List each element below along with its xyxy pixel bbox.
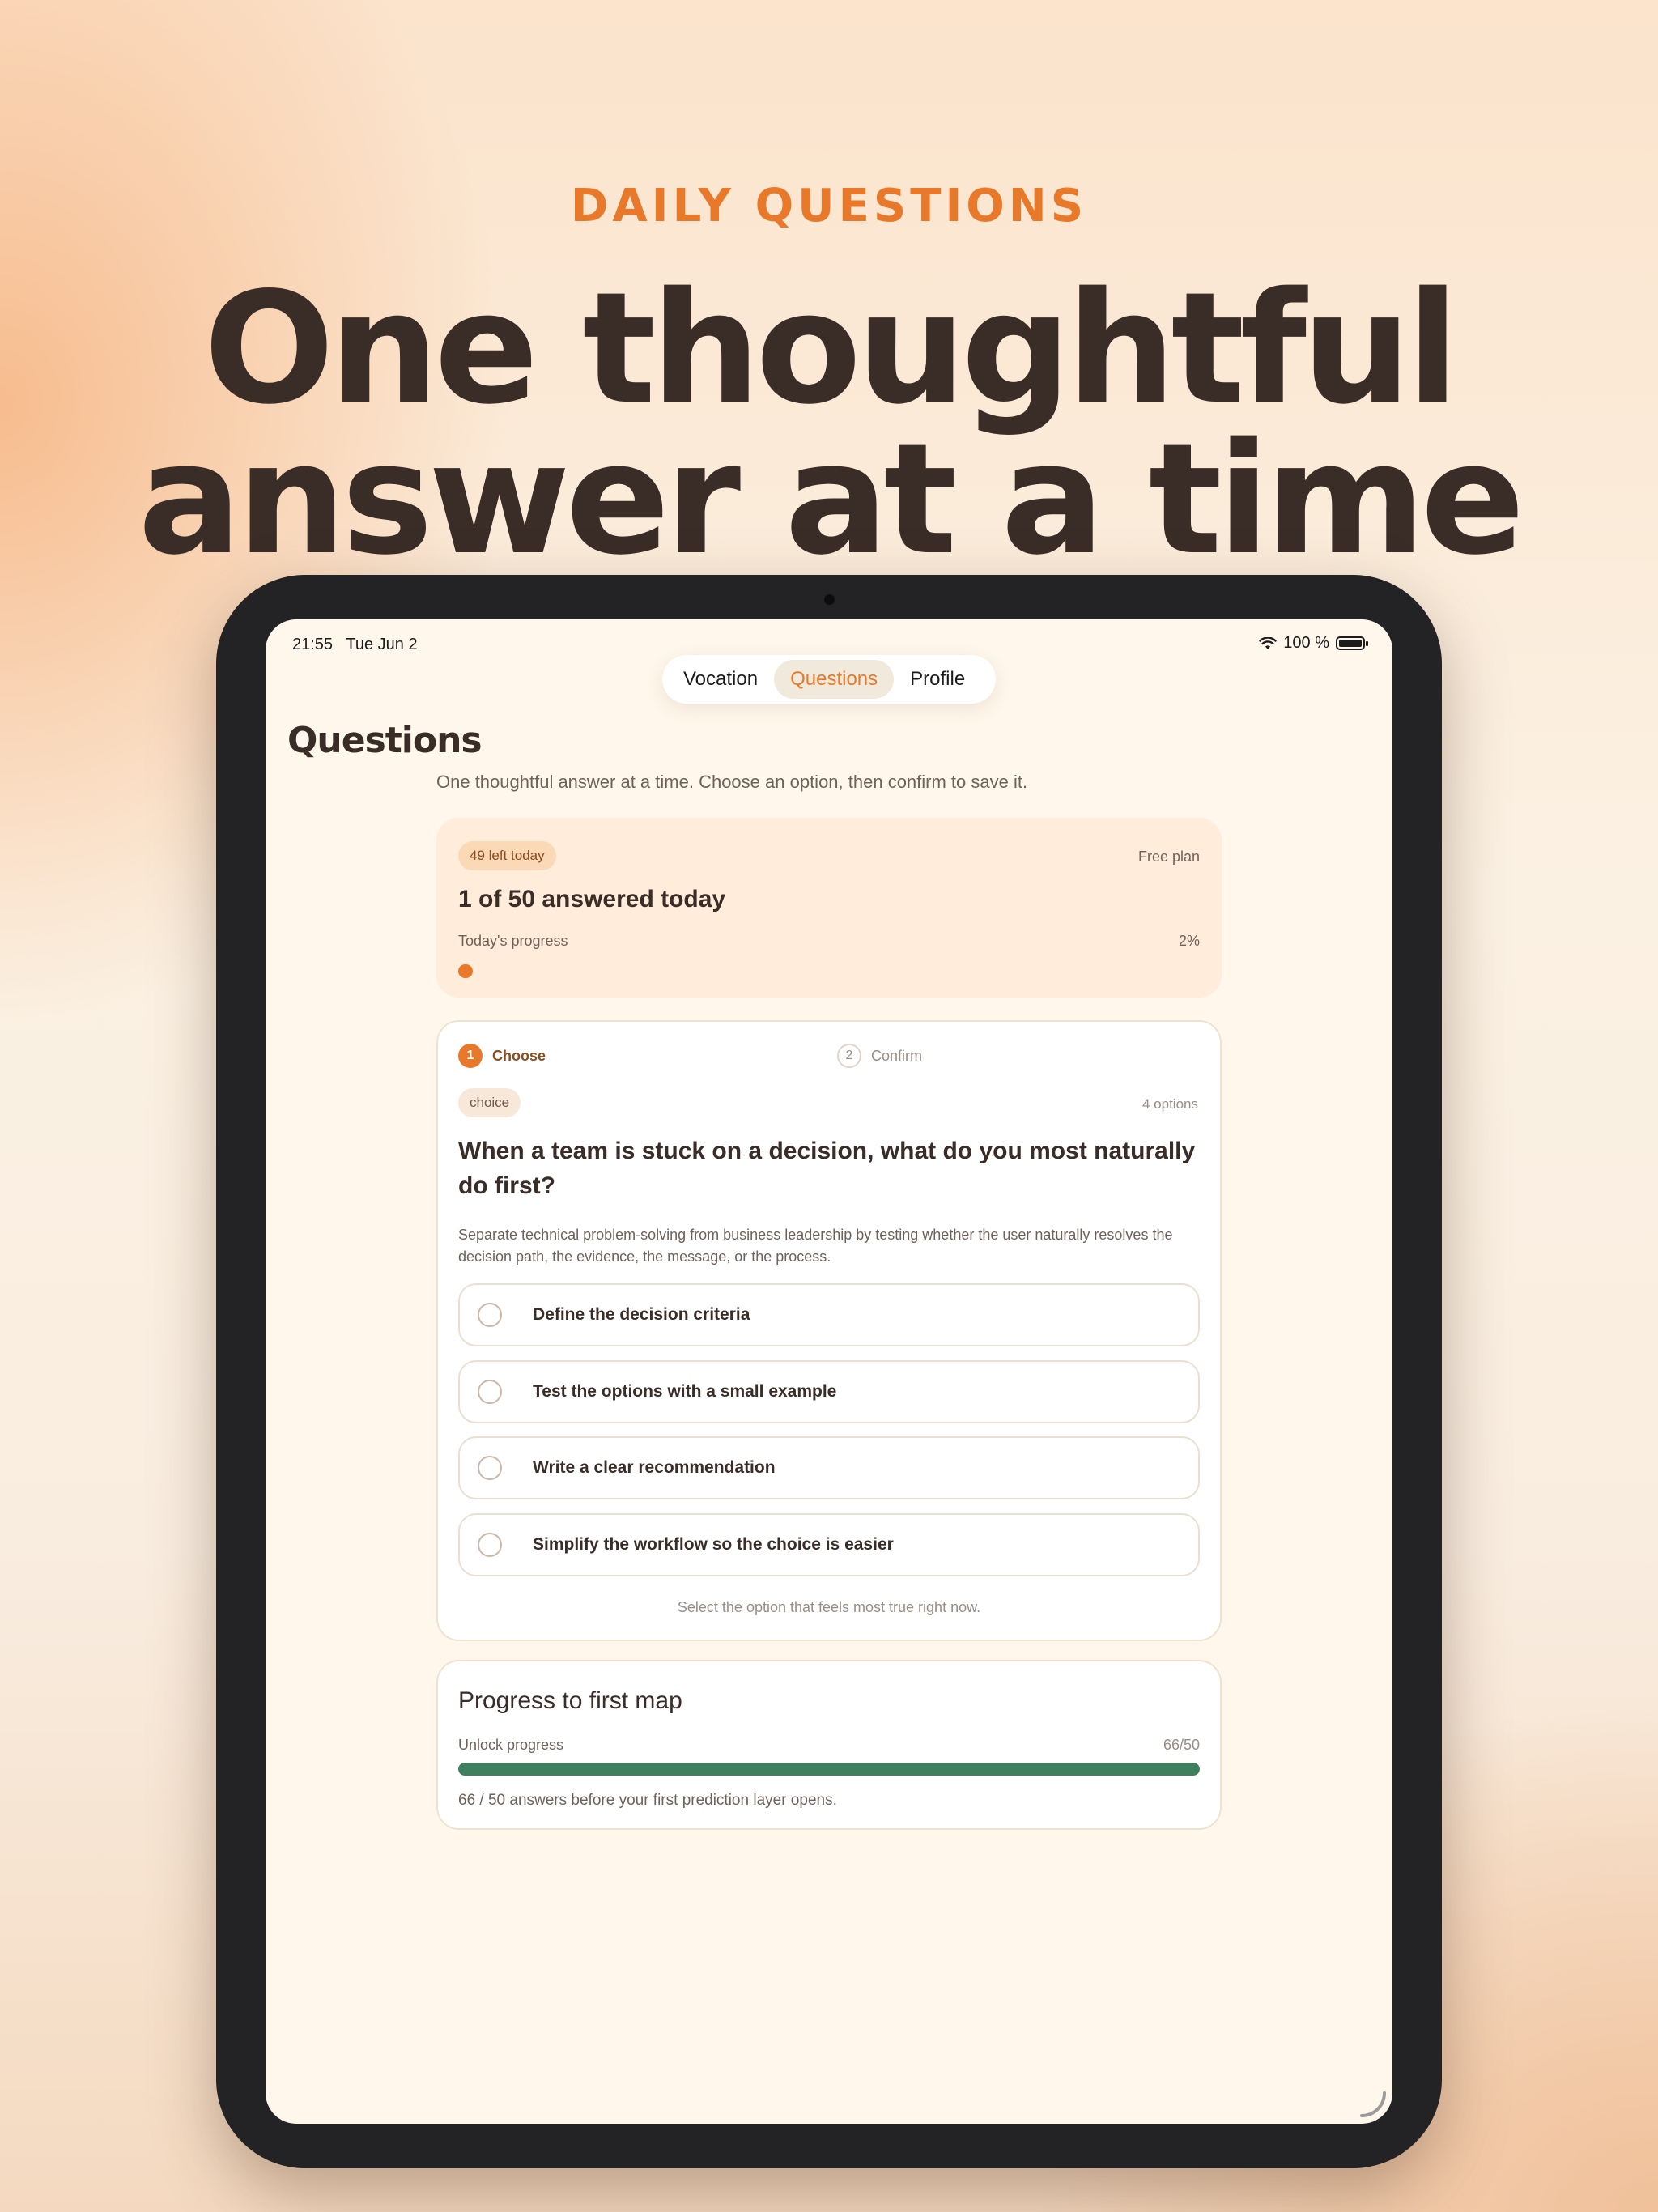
map-progress-card: Progress to first map Unlock progress 66…: [436, 1660, 1222, 1830]
wifi-icon: [1259, 636, 1277, 649]
plan-card: 49 left today Free plan 1 of 50 answered…: [436, 818, 1222, 998]
tab-profile[interactable]: Profile: [894, 660, 981, 699]
step-choose: 1 Choose: [458, 1044, 546, 1068]
question-description: Separate technical problem-solving from …: [458, 1227, 1173, 1265]
option-label: Define the decision criteria: [533, 1305, 750, 1324]
camera: [824, 594, 835, 605]
status-clock: 21:55: [292, 636, 334, 653]
status-time: 21:55 Tue Jun 2: [292, 636, 418, 654]
segmented-tabs: Vocation Questions Profile: [662, 655, 996, 704]
step-label: Confirm: [871, 1047, 923, 1064]
hero-title-line-1: One thoughtful: [203, 259, 1460, 438]
remaining-badge: 49 left today: [458, 841, 556, 870]
question-type-badge: choice: [458, 1088, 521, 1117]
step-number: 1: [458, 1044, 483, 1068]
unlock-progress-bar: [458, 1763, 1200, 1776]
selection-hint: Select the option that feels most true r…: [677, 1599, 981, 1615]
option-define-criteria[interactable]: Define the decision criteria: [458, 1283, 1200, 1346]
resize-handle-icon[interactable]: [1357, 2088, 1388, 2119]
daily-progress-bar: [458, 964, 1200, 978]
unlock-progress-value: 66/50: [1163, 1737, 1200, 1753]
hero-title-line-2: answer at a time: [138, 410, 1524, 589]
question-text: When a team is stuck on a decision, what…: [458, 1138, 1196, 1199]
radio-icon: [478, 1303, 502, 1327]
hero-title: One thoughtful answer at a time: [0, 259, 1658, 589]
battery-icon: [1336, 636, 1368, 650]
tablet-screen: 21:55 Tue Jun 2 100 % Vocation Questions…: [266, 619, 1392, 2124]
progress-percent: 2%: [1178, 933, 1200, 949]
option-test-options[interactable]: Test the options with a small example: [458, 1360, 1200, 1423]
status-bar: 21:55 Tue Jun 2 100 %: [266, 619, 1392, 660]
tablet-frame: 21:55 Tue Jun 2 100 % Vocation Questions…: [216, 575, 1442, 2168]
page-title: Questions: [287, 720, 483, 761]
unlock-progress-note: 66 / 50 answers before your first predic…: [458, 1792, 837, 1809]
question-card: 1 Choose 2 Confirm choice 4 options When…: [436, 1020, 1222, 1641]
option-write-recommendation[interactable]: Write a clear recommendation: [458, 1436, 1200, 1499]
plan-name: Free plan: [1137, 849, 1200, 865]
option-label: Test the options with a small example: [533, 1382, 837, 1401]
daily-progress-fill: [458, 964, 474, 978]
step-confirm: 2 Confirm: [837, 1044, 922, 1068]
options-count: 4 options: [1142, 1096, 1198, 1112]
unlock-progress-label: Unlock progress: [458, 1737, 564, 1753]
hero-eyebrow: DAILY QUESTIONS: [570, 180, 1088, 232]
status-right: 100 %: [1259, 634, 1368, 653]
map-progress-title: Progress to first map: [458, 1687, 682, 1714]
option-simplify-workflow[interactable]: Simplify the workflow so the choice is e…: [458, 1513, 1200, 1576]
status-date: Tue Jun 2: [346, 636, 418, 653]
answered-count: 1 of 50 answered today: [458, 886, 726, 912]
unlock-progress-fill: [458, 1763, 1200, 1776]
option-label: Write a clear recommendation: [533, 1458, 776, 1477]
radio-icon: [478, 1380, 502, 1404]
battery-percent: 100 %: [1283, 634, 1329, 652]
step-number: 2: [837, 1044, 861, 1068]
radio-icon: [478, 1456, 502, 1480]
page-subtitle: One thoughtful answer at a time. Choose …: [436, 772, 1028, 792]
radio-icon: [478, 1533, 502, 1557]
progress-label: Today's progress: [458, 933, 568, 949]
step-label: Choose: [492, 1047, 546, 1064]
tab-questions[interactable]: Questions: [774, 660, 895, 699]
option-label: Simplify the workflow so the choice is e…: [533, 1535, 894, 1554]
tab-vocation[interactable]: Vocation: [667, 660, 774, 699]
